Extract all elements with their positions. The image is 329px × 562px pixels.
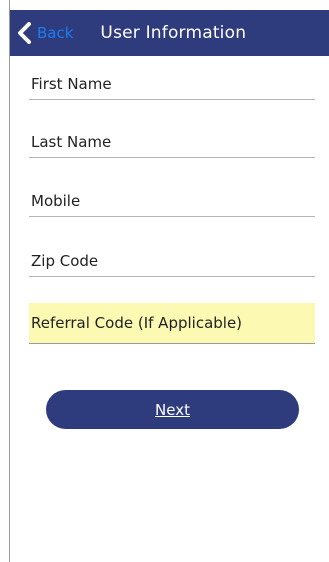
chevron-left-icon	[18, 22, 31, 44]
mobile-field	[29, 185, 315, 217]
referral-code-input[interactable]	[29, 303, 315, 343]
nav-bar: Back User Information	[10, 10, 329, 56]
mobile-input[interactable]	[29, 185, 315, 216]
zip-code-field	[29, 246, 315, 277]
back-label: Back	[37, 24, 74, 42]
back-button[interactable]: Back	[17, 22, 73, 44]
left-divider	[9, 0, 10, 562]
last-name-field	[29, 126, 315, 158]
last-name-input[interactable]	[29, 126, 315, 157]
next-label: Next	[155, 400, 190, 419]
next-button[interactable]: Next	[46, 390, 299, 429]
first-name-field	[29, 68, 315, 100]
first-name-input[interactable]	[29, 68, 315, 99]
page-title: User Information	[100, 23, 247, 43]
zip-code-input[interactable]	[29, 246, 315, 276]
referral-code-field	[29, 303, 315, 344]
